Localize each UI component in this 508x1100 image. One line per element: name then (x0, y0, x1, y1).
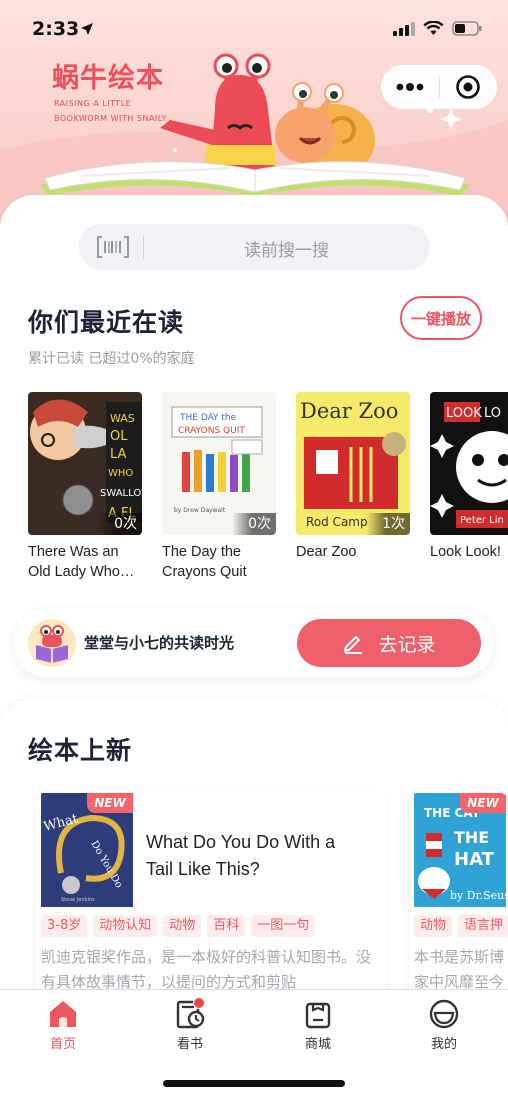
snail-book-icon (36, 625, 68, 663)
book-title: Dear Zoo (296, 544, 357, 560)
read-count: 0次 (232, 513, 276, 535)
recent-reading-title: 你们最近在读 (28, 308, 185, 337)
tag[interactable]: 语言押 (458, 915, 508, 937)
recent-books-row[interactable]: WAS OL LA WHO SWALLOW A FL 0次 There Was … (28, 392, 508, 592)
svg-text:OL: OL (110, 429, 128, 444)
new-book-tags: 3-8岁 动物认知 动物 百科 一图一句 (41, 915, 316, 937)
svg-text:by Dr.Seuss: by Dr.Seuss (450, 889, 506, 902)
read-count: 0次 (98, 513, 142, 535)
miniprogram-capsule (381, 65, 497, 109)
more-button[interactable] (381, 65, 439, 109)
search-bar[interactable]: 读前搜一搜 (79, 224, 430, 270)
svg-text:LA: LA (110, 447, 127, 462)
tab-shop-label: 商城 (304, 1037, 331, 1052)
tag[interactable]: 3-8岁 (41, 915, 88, 937)
read-count: 1次 (366, 513, 410, 535)
reading-record-bar: 堂堂与小七的共读时光 去记录 (14, 608, 494, 678)
svg-text:THE DAY the: THE DAY the (179, 413, 237, 423)
svg-text:Steve Jenkins: Steve Jenkins (61, 897, 95, 903)
shop-icon (305, 1002, 331, 1029)
more-dots-icon (396, 83, 424, 91)
close-miniprogram-button[interactable] (439, 65, 497, 109)
svg-text:LOOK: LOOK (446, 406, 482, 421)
tab-read[interactable]: 看书 (150, 997, 230, 1052)
snail-book-avatar (28, 619, 76, 667)
book-cover[interactable]: THE DAY the CRAYONS QUIT by Drew Daywalt… (162, 392, 276, 535)
record-label: 堂堂与小七的共读时光 (84, 634, 235, 652)
book-cover[interactable]: LOOK LO Peter Lin (430, 392, 508, 535)
svg-text:Rod Camp: Rod Camp (306, 515, 368, 529)
play-all-button[interactable]: 一键播放 (400, 296, 482, 340)
new-book-desc: 本书是苏斯博家中风靡至今 (414, 948, 505, 991)
unread-badge (193, 997, 205, 1009)
go-record-button[interactable]: 去记录 (297, 619, 481, 667)
svg-text:by Drew Daywalt: by Drew Daywalt (174, 507, 226, 514)
tab-read-label: 看书 (176, 1037, 203, 1052)
new-book-desc: 凯迪克银奖作品，是一本极好的科普认知图书。没有具体故事情节，以提问的方式和剪贴 (41, 948, 372, 991)
book-cover-look-look: LOOK LO Peter Lin (430, 392, 508, 535)
svg-text:CRAYONS QUIT: CRAYONS QUIT (178, 426, 245, 436)
book-cover[interactable]: WAS OL LA WHO SWALLOW A FL 0次 (28, 392, 142, 535)
new-books-title: 绘本上新 (28, 736, 133, 765)
svg-text:Peter Lin: Peter Lin (460, 515, 504, 526)
book-title: There Was an Old Lady Who Swallowed a Fl… (28, 544, 120, 580)
svg-text:HAT: HAT (454, 849, 495, 870)
tab-home[interactable]: 首页 (23, 998, 103, 1052)
book-card[interactable]: WAS OL LA WHO SWALLOW A FL 0次 There Was … (28, 392, 142, 582)
book-card[interactable]: THE DAY the CRAYONS QUIT by Drew Daywalt… (162, 392, 276, 582)
svg-text:SWALLOW: SWALLOW (100, 488, 142, 499)
tab-home-label: 首页 (49, 1037, 76, 1052)
svg-text:LO: LO (484, 406, 501, 421)
smile-icon (429, 999, 459, 1029)
book-card[interactable]: Dear Zoo Rod Camp 1次 Dear Zoo (296, 392, 410, 562)
book-cover[interactable]: Dear Zoo Rod Camp 1次 (296, 392, 410, 535)
svg-text:WAS: WAS (110, 412, 135, 425)
book-card[interactable]: LOOK LO Peter Lin Look Look! (430, 392, 508, 562)
main-card: 读前搜一搜 你们最近在读 一键播放 累计已读 已超过0%的家庭 WAS OL L… (0, 195, 508, 690)
new-badge: NEW (460, 793, 506, 813)
tag[interactable]: 动物 (163, 915, 202, 937)
go-record-label: 去记录 (378, 633, 436, 656)
new-book-cover[interactable]: What Do You Do Steve Jenkins NEW (41, 793, 133, 907)
tab-shop[interactable]: 商城 (278, 998, 358, 1052)
new-books-section: 绘本上新 What Do You Do Steve Jenkins NEW Wh… (0, 700, 508, 1013)
tag[interactable]: 百科 (207, 915, 246, 937)
target-icon (456, 75, 481, 99)
reading-stat: 累计已读 已超过0%的家庭 (28, 351, 195, 367)
new-book-title: What Do You Do With a Tail Like This? (146, 832, 336, 879)
tab-mine[interactable]: 我的 (404, 998, 484, 1052)
search-placeholder[interactable]: 读前搜一搜 (79, 236, 430, 261)
home-indicator[interactable] (163, 1080, 345, 1087)
tag[interactable]: 一图一句 (251, 915, 316, 937)
svg-text:THE: THE (454, 828, 489, 847)
new-book-tags: 动物 语言押 (414, 915, 508, 937)
svg-text:Dear Zoo: Dear Zoo (300, 399, 398, 423)
tag[interactable]: 动物认知 (93, 915, 158, 937)
pencil-icon (344, 636, 363, 654)
tab-mine-label: 我的 (430, 1037, 457, 1052)
new-badge: NEW (87, 793, 133, 813)
new-book-cover[interactable]: THE CAT THE HAT by Dr.Seuss NEW (414, 793, 506, 907)
book-title: Look Look! (430, 544, 501, 560)
home-icon (50, 1001, 76, 1027)
svg-text:WHO: WHO (108, 468, 133, 479)
tag[interactable]: 动物 (414, 915, 453, 937)
new-book-card[interactable]: THE CAT THE HAT by Dr.Seuss NEW 动物 语言押 本… (409, 793, 508, 1013)
book-title: The Day the Crayons Quit (162, 544, 247, 580)
new-book-card[interactable]: What Do You Do Steve Jenkins NEW What Do… (36, 793, 386, 1013)
